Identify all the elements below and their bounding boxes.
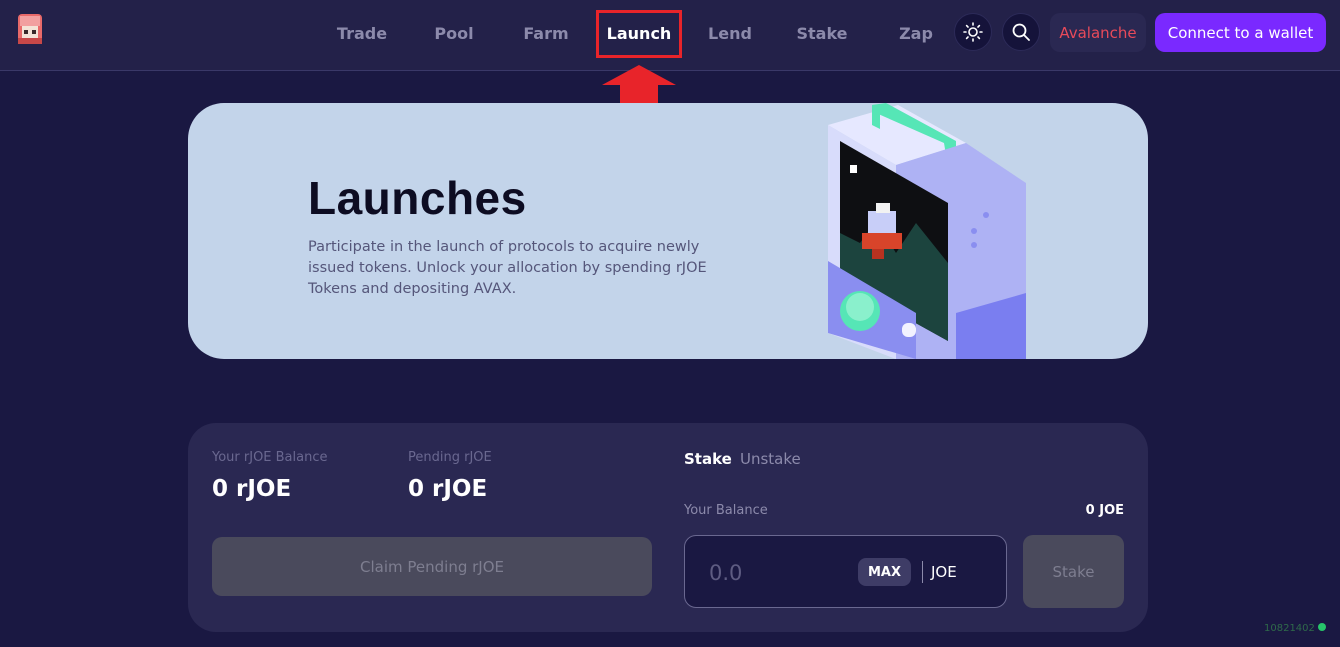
block-number: 10821402 xyxy=(1264,623,1315,634)
page-title: Launches xyxy=(308,172,527,224)
arrow-up-icon xyxy=(602,65,676,103)
amount-input-group: MAX JOE xyxy=(684,535,1007,608)
network-status-dot xyxy=(1318,623,1326,631)
sun-icon xyxy=(963,22,983,42)
amount-input[interactable] xyxy=(709,558,849,588)
rjoe-balance-value: 0 rJOE xyxy=(212,476,292,502)
your-balance-label: Your Balance xyxy=(684,503,768,518)
nav-stake[interactable]: Stake xyxy=(792,22,852,46)
rjoe-staking-panel: Your rJOE Balance 0 rJOE Pending rJOE 0 … xyxy=(188,423,1148,632)
connect-wallet-button[interactable]: Connect to a wallet xyxy=(1155,13,1326,52)
tab-unstake[interactable]: Unstake xyxy=(740,450,801,468)
launches-hero-banner: Launches Participate in the launch of pr… xyxy=(188,103,1148,359)
token-label: JOE xyxy=(931,563,957,581)
joe-logo-icon[interactable] xyxy=(14,12,46,48)
hero-description: Participate in the launch of protocols t… xyxy=(308,239,707,297)
nav-pool[interactable]: Pool xyxy=(424,22,484,46)
pending-rjoe-value: 0 rJOE xyxy=(408,476,488,502)
pending-rjoe-label: Pending rJOE xyxy=(408,450,492,465)
theme-toggle-button[interactable] xyxy=(954,13,992,51)
highlight-box xyxy=(596,10,682,58)
rjoe-balance-label: Your rJOE Balance xyxy=(212,450,328,465)
stake-button[interactable]: Stake xyxy=(1023,535,1124,608)
arcade-machine-illustration xyxy=(828,103,1026,359)
search-icon xyxy=(1012,23,1030,41)
network-selector-button[interactable]: Avalanche xyxy=(1050,13,1146,52)
claim-pending-button[interactable]: Claim Pending rJOE xyxy=(212,537,652,596)
nav-zap[interactable]: Zap xyxy=(886,22,946,46)
nav-lend[interactable]: Lend xyxy=(700,22,760,46)
tab-stake[interactable]: Stake xyxy=(684,450,732,468)
your-balance-value: 0 JOE xyxy=(1085,503,1124,518)
search-button[interactable] xyxy=(1002,13,1040,51)
nav-trade[interactable]: Trade xyxy=(332,22,392,46)
divider xyxy=(922,561,923,583)
nav-farm[interactable]: Farm xyxy=(516,22,576,46)
max-button[interactable]: MAX xyxy=(858,558,911,586)
